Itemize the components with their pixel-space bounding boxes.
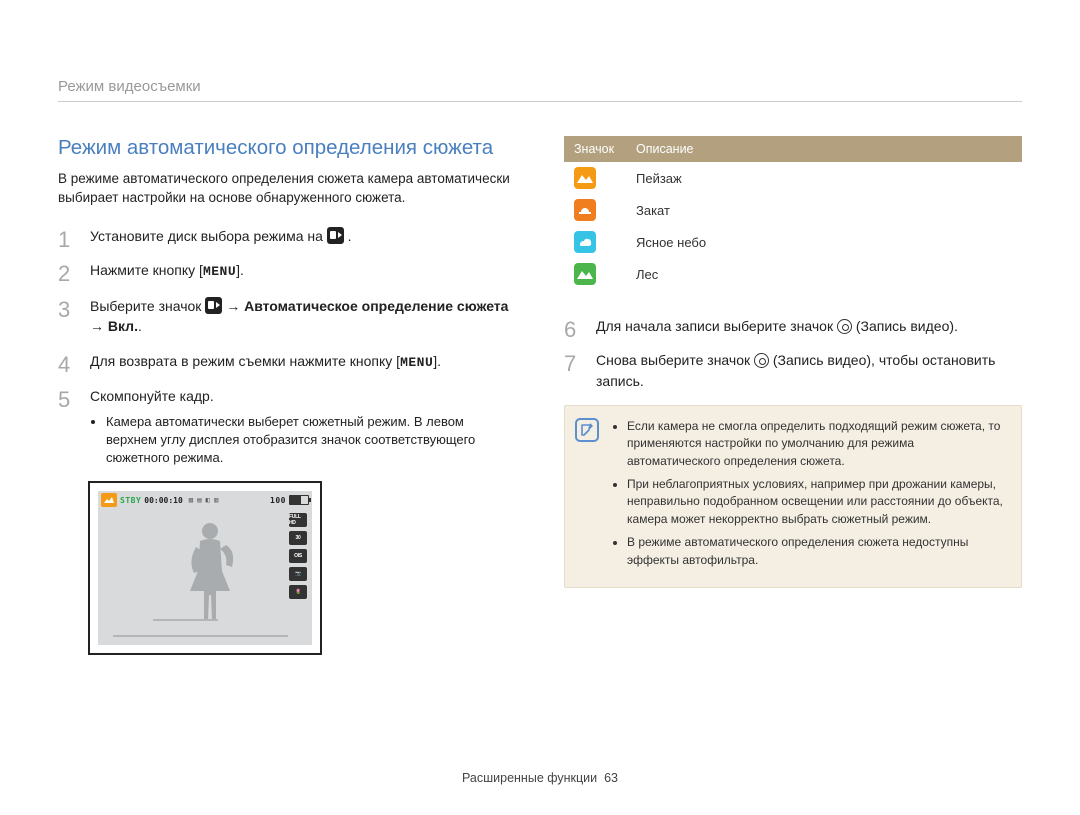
lcd-top-icons: ▧ ▤ ◧ ▥ (189, 496, 219, 504)
record-icon (837, 319, 852, 334)
step-1: Установите диск выбора режима на . (58, 226, 516, 246)
note-box: Если камера не смогла определить подходя… (564, 405, 1022, 588)
step-6: Для начала записи выберите значок (Запис… (564, 316, 1022, 336)
note-item: При неблагоприятных условиях, например п… (627, 476, 1007, 528)
table-row: Ясное небо (564, 226, 1022, 258)
th-desc: Описание (626, 136, 1022, 162)
side-chip: 📷 (289, 567, 307, 581)
footer-page-number: 63 (604, 771, 618, 785)
record-icon (754, 353, 769, 368)
forest-icon (574, 263, 596, 285)
row-desc: Пейзаж (626, 162, 1022, 194)
table-row: Пейзаж (564, 162, 1022, 194)
row-desc: Лес (626, 258, 1022, 290)
page-footer: Расширенные функции 63 (0, 771, 1080, 785)
landscape-icon (574, 167, 596, 189)
side-chip: 🌷 (289, 585, 307, 599)
step-3: Выберите значок → Автоматическое определ… (58, 296, 516, 337)
step-3-pre: Выберите значок (90, 298, 205, 314)
lcd-side-icons: FULL HD 30 OIS 📷 🌷 (287, 513, 309, 599)
lcd-time: 00:00:10 (144, 496, 183, 505)
menu-label: MENU (203, 264, 236, 279)
camera-screen-preview: STBY 00:00:10 ▧ ▤ ◧ ▥ 100 FULL HD 30 OIS… (88, 481, 322, 655)
table-row: Лес (564, 258, 1022, 290)
step-7: Снова выберите значок (Запись видео), чт… (564, 350, 1022, 391)
footer-section: Расширенные функции (462, 771, 597, 785)
step-7-pre: Снова выберите значок (596, 352, 754, 368)
step-4-post: ]. (433, 353, 441, 369)
camcorder-icon (205, 297, 222, 314)
step-4: Для возврата в режим съемки нажмите кноп… (58, 351, 516, 373)
sunset-icon (574, 199, 596, 221)
note-item: В режиме автоматического определения сюж… (627, 534, 1007, 569)
row-desc: Закат (626, 194, 1022, 226)
battery-icon (289, 495, 309, 505)
step-5-text: Скомпонуйте кадр. (90, 388, 214, 404)
scene-icon (101, 493, 117, 507)
step-2-post: ]. (236, 262, 244, 278)
step-1-text: Установите диск выбора режима на (90, 228, 327, 244)
lcd-topbar: STBY 00:00:10 ▧ ▤ ◧ ▥ 100 (98, 491, 312, 509)
step-3-tail: . (138, 318, 142, 334)
step-5: Скомпонуйте кадр. Камера автоматически в… (58, 386, 516, 467)
scene-icon-table: Значок Описание Пейзаж Закат Ясное небо (564, 136, 1022, 290)
step-2-pre: Нажмите кнопку [ (90, 262, 203, 278)
section-title: Режим автоматического определения сюжета (58, 136, 516, 160)
step-6-mid: (Запись видео). (852, 318, 958, 334)
note-item: Если камера не смогла определить подходя… (627, 418, 1007, 470)
arrow: → (222, 298, 244, 314)
step-5-bullet: Камера автоматически выберет сюжетный ре… (106, 413, 516, 468)
step-6-pre: Для начала записи выберите значок (596, 318, 837, 334)
steps-list-a: Установите диск выбора режима на . Нажми… (58, 226, 516, 467)
side-chip: 30 (289, 531, 307, 545)
step-4-pre: Для возврата в режим съемки нажмите кноп… (90, 353, 400, 369)
subject-silhouette-icon (186, 521, 236, 625)
table-row: Закат (564, 194, 1022, 226)
menu-label: MENU (400, 355, 433, 370)
side-chip: OIS (289, 549, 307, 563)
clear-sky-icon (574, 231, 596, 253)
step-2: Нажмите кнопку [MENU]. (58, 260, 516, 282)
steps-list-b: Для начала записи выберите значок (Запис… (564, 316, 1022, 391)
lcd-baseline (153, 619, 218, 621)
left-column: Режим автоматического определения сюжета… (58, 136, 516, 655)
row-desc: Ясное небо (626, 226, 1022, 258)
side-chip: FULL HD (289, 513, 307, 527)
th-icon: Значок (564, 136, 626, 162)
note-icon (575, 418, 599, 442)
stby-label: STBY (120, 496, 141, 505)
intro-text: В режиме автоматического определения сюж… (58, 170, 516, 208)
camcorder-icon (327, 227, 344, 244)
batt-label: 100 (270, 496, 286, 505)
right-column: Значок Описание Пейзаж Закат Ясное небо (564, 136, 1022, 655)
breadcrumb: Режим видеосъемки (58, 78, 1022, 102)
